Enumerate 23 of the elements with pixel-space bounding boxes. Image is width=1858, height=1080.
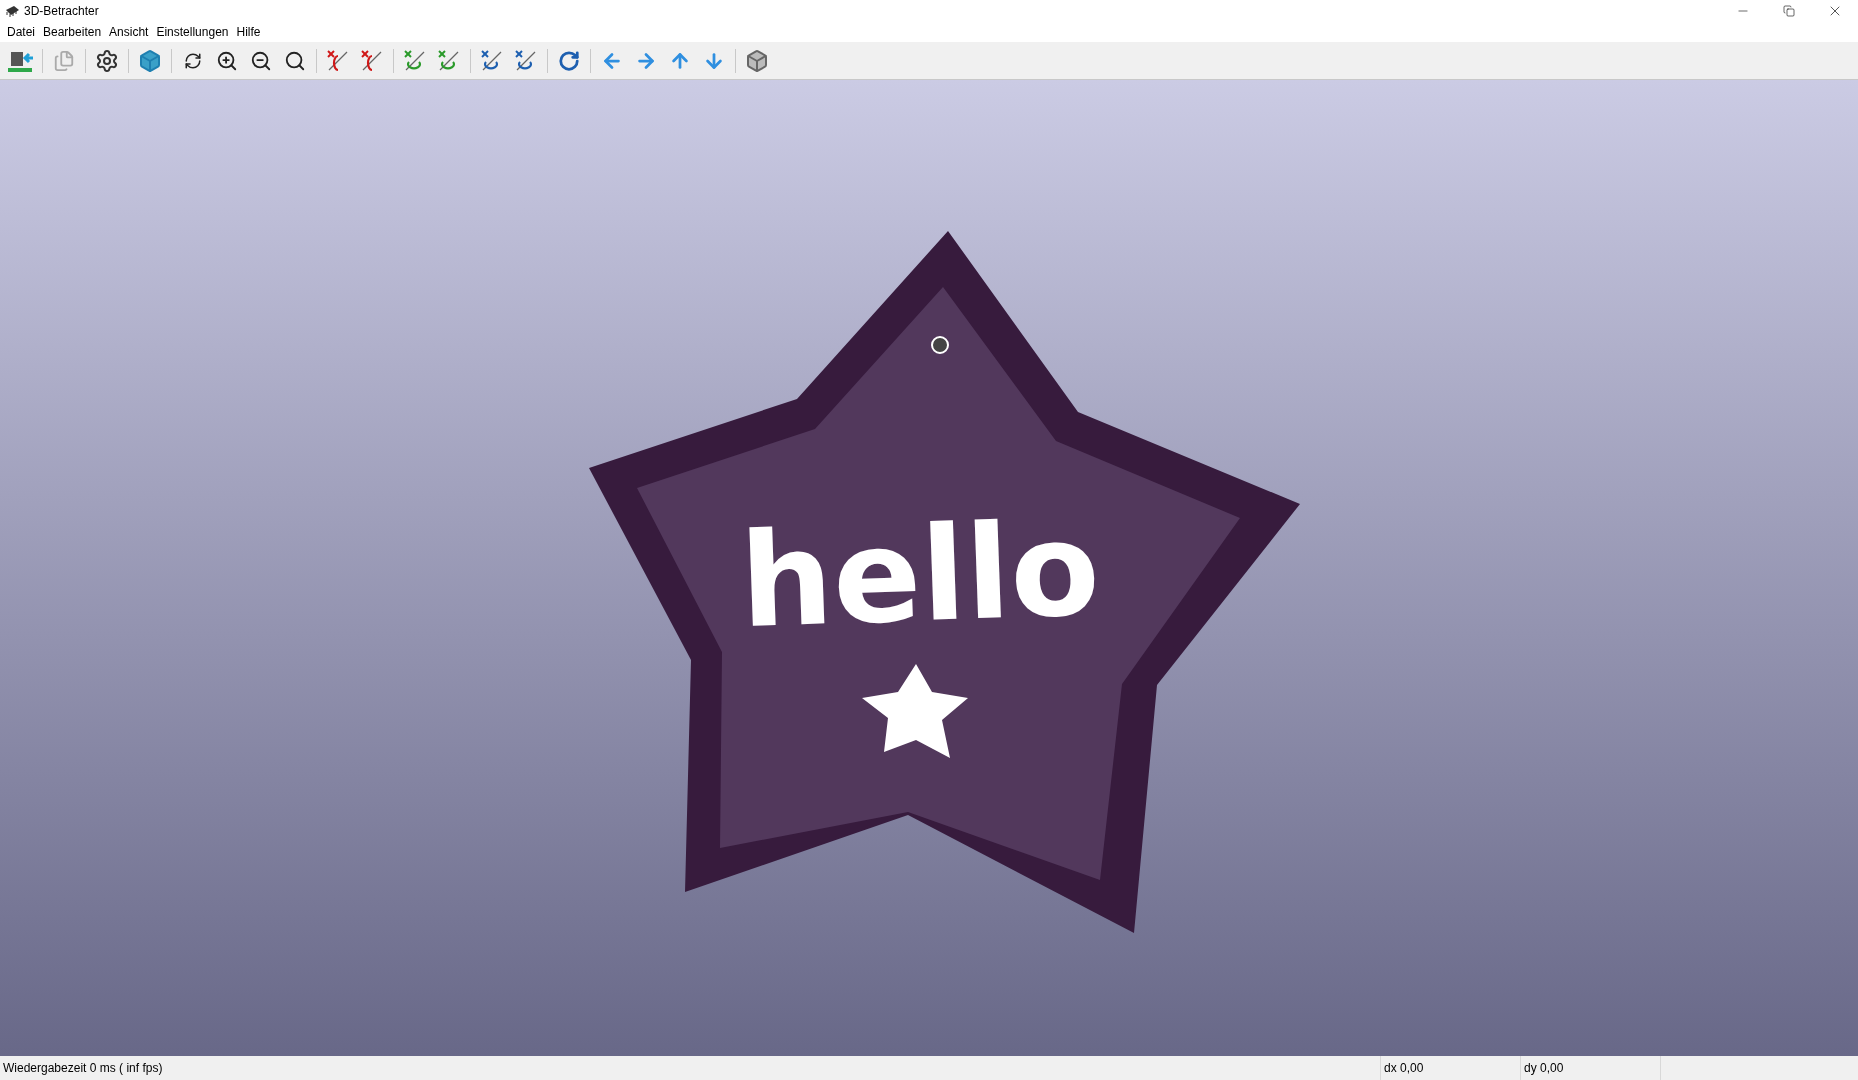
settings-icon <box>95 48 119 73</box>
copy-icon <box>53 49 75 72</box>
window-title: 3D-Betrachter <box>24 3 99 20</box>
3d-viewport[interactable]: hello <box>0 80 1858 1056</box>
status-dx: dx 0,00 <box>1384 1060 1424 1077</box>
menu-item[interactable]: Einstellungen <box>152 23 233 41</box>
cube-icon <box>745 48 769 73</box>
menu-item[interactable]: Ansicht <box>105 23 153 41</box>
rotate-icon <box>558 49 580 72</box>
model-text: hello <box>737 492 1103 658</box>
status-dy: dy 0,00 <box>1524 1060 1564 1077</box>
cube-icon <box>138 48 162 73</box>
zoom-out-icon <box>250 49 272 72</box>
zoom-in-icon <box>216 49 238 72</box>
restore-icon <box>1783 5 1795 17</box>
status-message: Wiedergabezeit 0 ms ( inf fps) <box>2 1060 164 1077</box>
menu-item[interactable]: Datei <box>3 23 39 41</box>
cursor-icon <box>931 336 949 354</box>
menu-item[interactable]: Hilfe <box>232 23 265 41</box>
zoom-fit-icon <box>284 49 306 72</box>
refresh-icon <box>184 51 202 70</box>
menu-item[interactable]: Bearbeiten <box>39 23 106 41</box>
chip-icon <box>4 4 20 18</box>
